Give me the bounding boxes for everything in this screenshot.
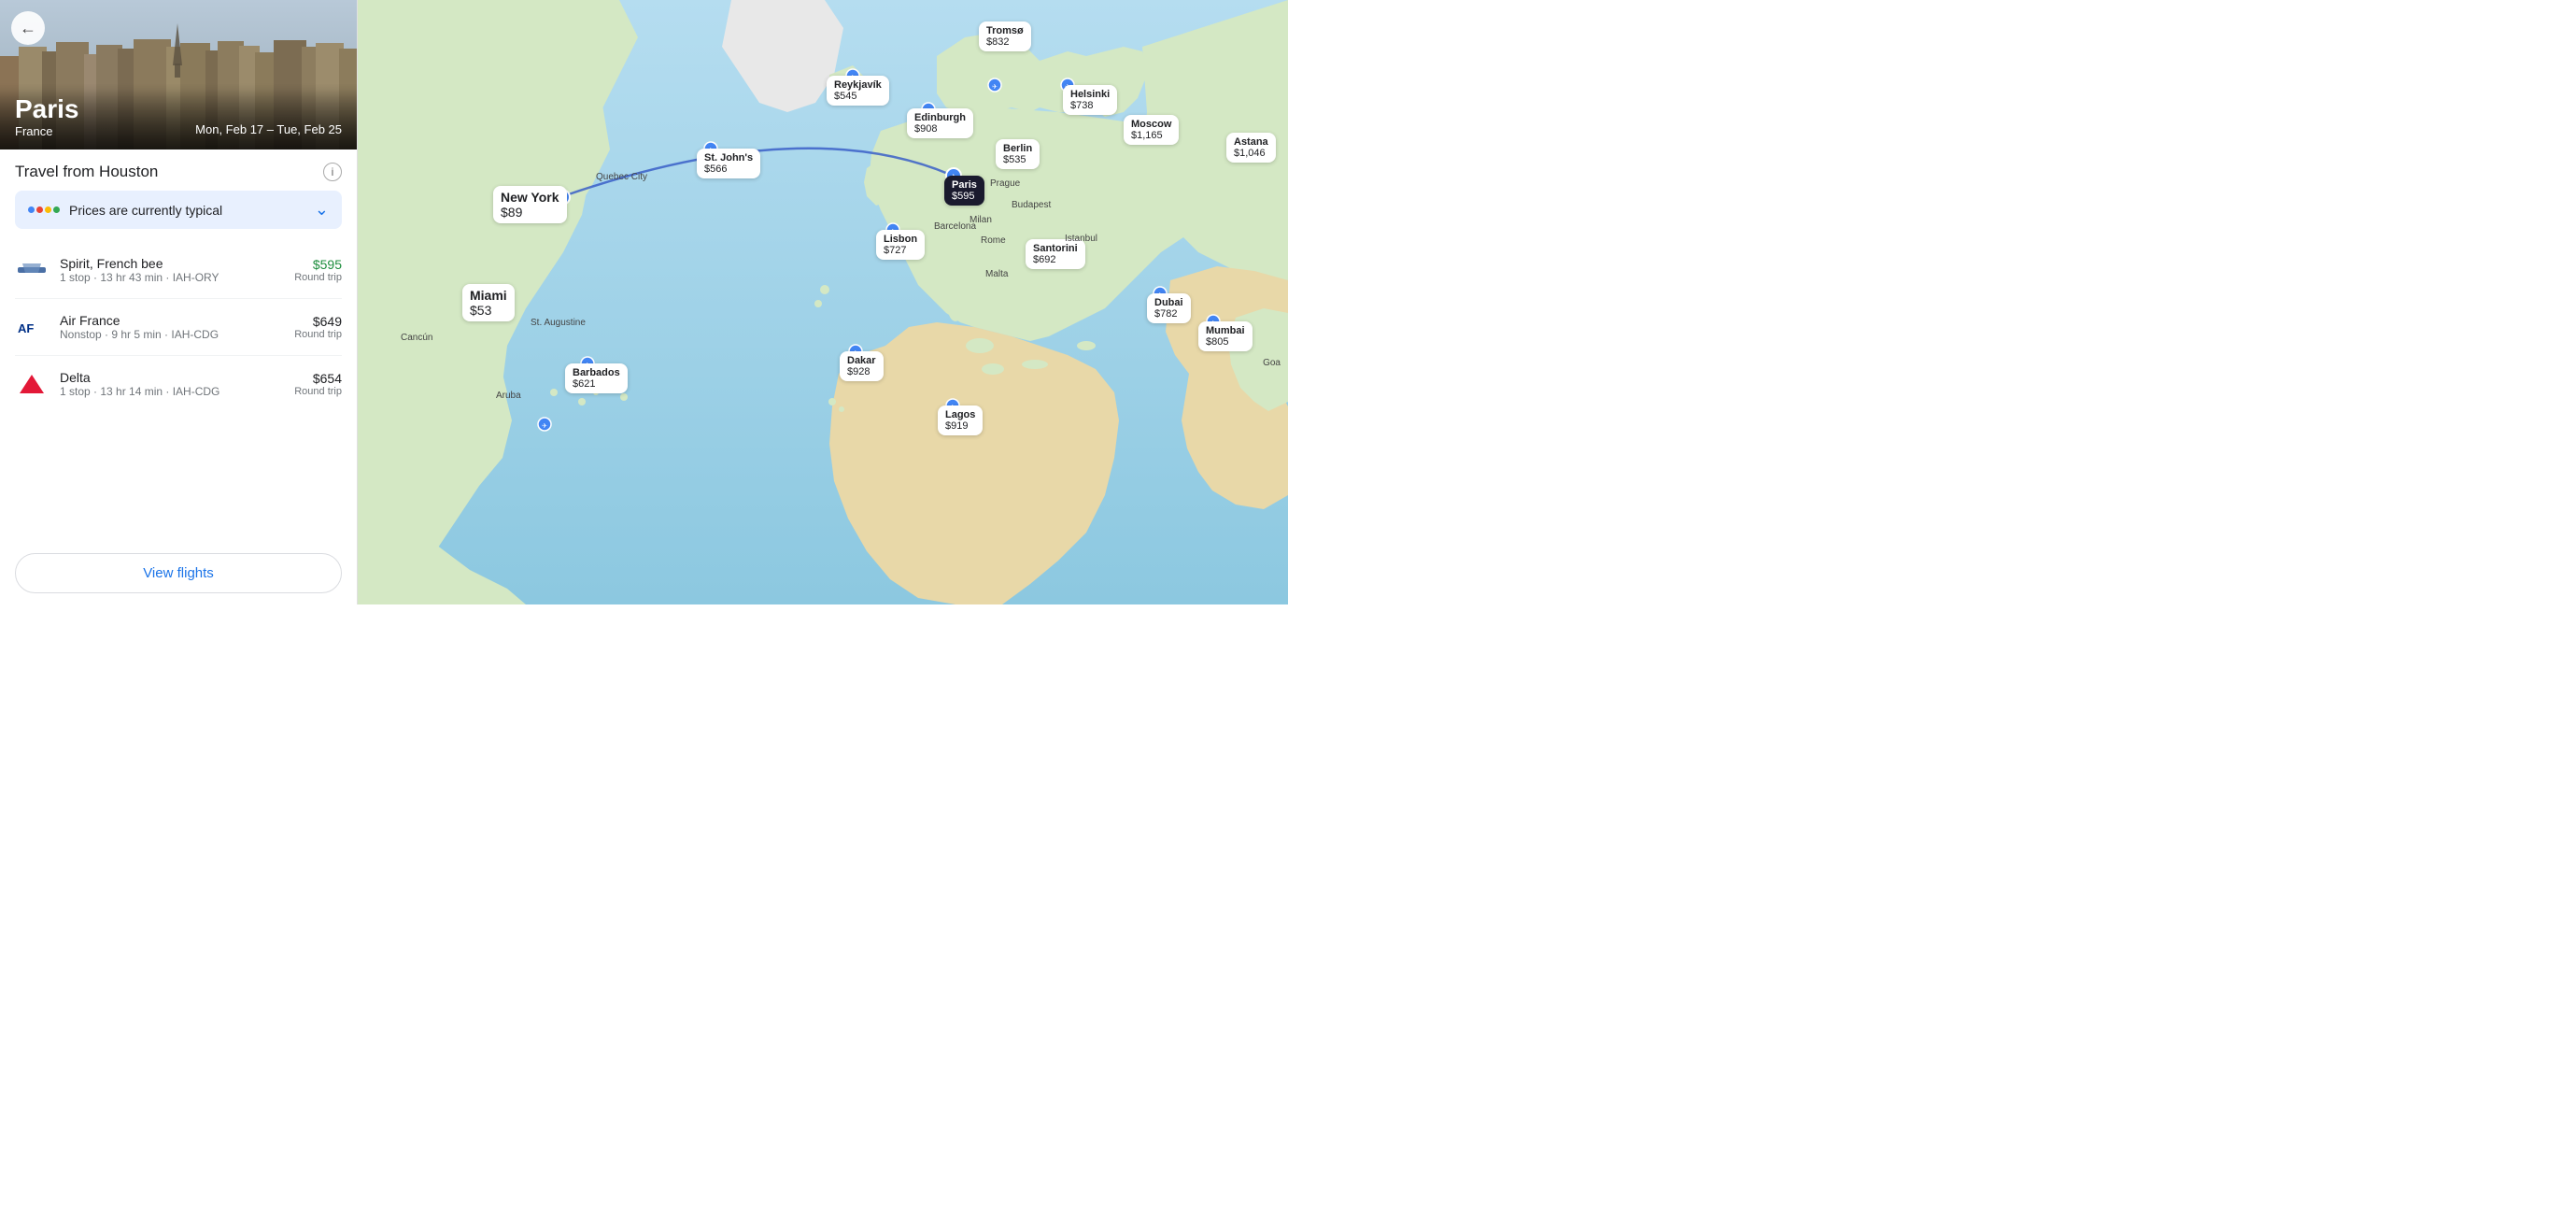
spirit-price: $595 (294, 257, 342, 272)
flight-list: Spirit, French bee 1 stop · 13 hr 43 min… (15, 242, 342, 412)
travel-from-title: Travel from Houston (15, 163, 158, 181)
panel-content: Travel from Houston i Prices are current… (0, 149, 357, 546)
delta-airline-name: Delta (60, 370, 294, 385)
hero-dates: Mon, Feb 17 – Tue, Feb 25 (195, 122, 342, 136)
svg-text:✈: ✈ (542, 423, 547, 430)
hero-image: ← Paris France Mon, Feb 17 – Tue, Feb 25 (0, 0, 357, 149)
price-label-tromso[interactable]: Tromsø $832 (979, 21, 1031, 51)
google-dots (28, 206, 60, 213)
dot-yellow (45, 206, 51, 213)
spirit-airline-name: Spirit, French bee (60, 256, 294, 271)
flight-item-airfrance[interactable]: AF Air France Nonstop · 9 hr 5 min · IAH… (15, 299, 342, 356)
dot-red (36, 206, 43, 213)
dot-blue (28, 206, 35, 213)
price-label-reykjavik[interactable]: Reykjavík $545 (827, 76, 889, 106)
price-indicator[interactable]: Prices are currently typical ⌄ (15, 191, 342, 229)
price-label-berlin[interactable]: Berlin $535 (996, 139, 1040, 169)
airfrance-trip-type: Round trip (294, 329, 342, 340)
svg-text:✈: ✈ (992, 84, 998, 91)
city-name: Paris (15, 94, 342, 124)
view-flights-button[interactable]: View flights (15, 553, 342, 593)
map-label-quebeccity: Quebec City (596, 172, 647, 182)
price-label-barbados[interactable]: Barbados $621 (565, 363, 628, 393)
spirit-flight-info: Spirit, French bee 1 stop · 13 hr 43 min… (60, 256, 294, 284)
price-label-mumbai[interactable]: Mumbai $805 (1198, 321, 1253, 351)
airfrance-flight-info: Air France Nonstop · 9 hr 5 min · IAH-CD… (60, 313, 294, 341)
map-label-budapest: Budapest (1012, 200, 1051, 210)
hero-overlay: Paris France (0, 83, 357, 149)
price-label-astana[interactable]: Astana $1,046 (1226, 133, 1276, 163)
delta-flight-details: 1 stop · 13 hr 14 min · IAH-CDG (60, 385, 294, 398)
info-icon[interactable]: i (323, 163, 342, 181)
airfrance-airline-name: Air France (60, 313, 294, 328)
price-label-moscow[interactable]: Moscow $1,165 (1124, 115, 1179, 145)
svg-text:AF: AF (18, 321, 34, 335)
price-label-dakar[interactable]: Dakar $928 (840, 351, 884, 381)
delta-price: $654 (294, 371, 342, 386)
price-indicator-left: Prices are currently typical (28, 203, 222, 218)
delta-trip-type: Round trip (294, 386, 342, 397)
price-status-text: Prices are currently typical (69, 203, 222, 218)
price-label-helsinki[interactable]: Helsinki $738 (1063, 85, 1117, 115)
spirit-trip-type: Round trip (294, 272, 342, 283)
price-label-lisbon[interactable]: Lisbon $727 (876, 230, 925, 260)
map-label-goa: Goa (1263, 358, 1281, 368)
map-label-cancun: Cancún (401, 333, 432, 343)
price-label-dubai[interactable]: Dubai $782 (1147, 293, 1191, 323)
airfrance-flight-details: Nonstop · 9 hr 5 min · IAH-CDG (60, 328, 294, 341)
price-label-newyork[interactable]: New York $89 (493, 186, 567, 223)
left-panel: ← Paris France Mon, Feb 17 – Tue, Feb 25… (0, 0, 358, 604)
map-label-istanbul: Istanbul (1065, 234, 1097, 244)
map-panel: ✈ ✈ ✈ ✈ ✈ ✈ ✈ ✈ ✈ ✈ ✈ ✈ ✈ ✈ Tromsø $832 (358, 0, 1288, 604)
spirit-price-col: $595 Round trip (294, 257, 342, 283)
flight-item-spirit[interactable]: Spirit, French bee 1 stop · 13 hr 43 min… (15, 242, 342, 299)
airfrance-logo: AF (15, 310, 49, 344)
map-label-malta: Malta (985, 269, 1008, 279)
delta-logo (15, 367, 49, 401)
chevron-down-icon: ⌄ (315, 200, 329, 220)
map-label-prague: Prague (990, 178, 1020, 189)
price-label-edinburgh[interactable]: Edinburgh $908 (907, 108, 973, 138)
map-label-rome: Rome (981, 235, 1006, 246)
dot-green (53, 206, 60, 213)
map-label-milan: Milan (970, 215, 992, 225)
price-label-paris[interactable]: Paris $595 (944, 176, 984, 206)
airfrance-price-col: $649 Round trip (294, 314, 342, 340)
price-label-miami[interactable]: Miami $53 (462, 284, 515, 321)
travel-from-header: Travel from Houston i (15, 163, 342, 181)
map-label-staugustine: St. Augustine (531, 318, 586, 328)
airfrance-price: $649 (294, 314, 342, 329)
price-label-lagos[interactable]: Lagos $919 (938, 405, 983, 435)
delta-price-col: $654 Round trip (294, 371, 342, 397)
price-label-stjohns[interactable]: St. John's $566 (697, 149, 760, 178)
map-label-aruba: Aruba (496, 391, 521, 401)
delta-flight-info: Delta 1 stop · 13 hr 14 min · IAH-CDG (60, 370, 294, 398)
spirit-logo (15, 253, 49, 287)
back-button[interactable]: ← (11, 11, 45, 45)
spirit-flight-details: 1 stop · 13 hr 43 min · IAH-ORY (60, 271, 294, 284)
flight-item-delta[interactable]: Delta 1 stop · 13 hr 14 min · IAH-CDG $6… (15, 356, 342, 412)
